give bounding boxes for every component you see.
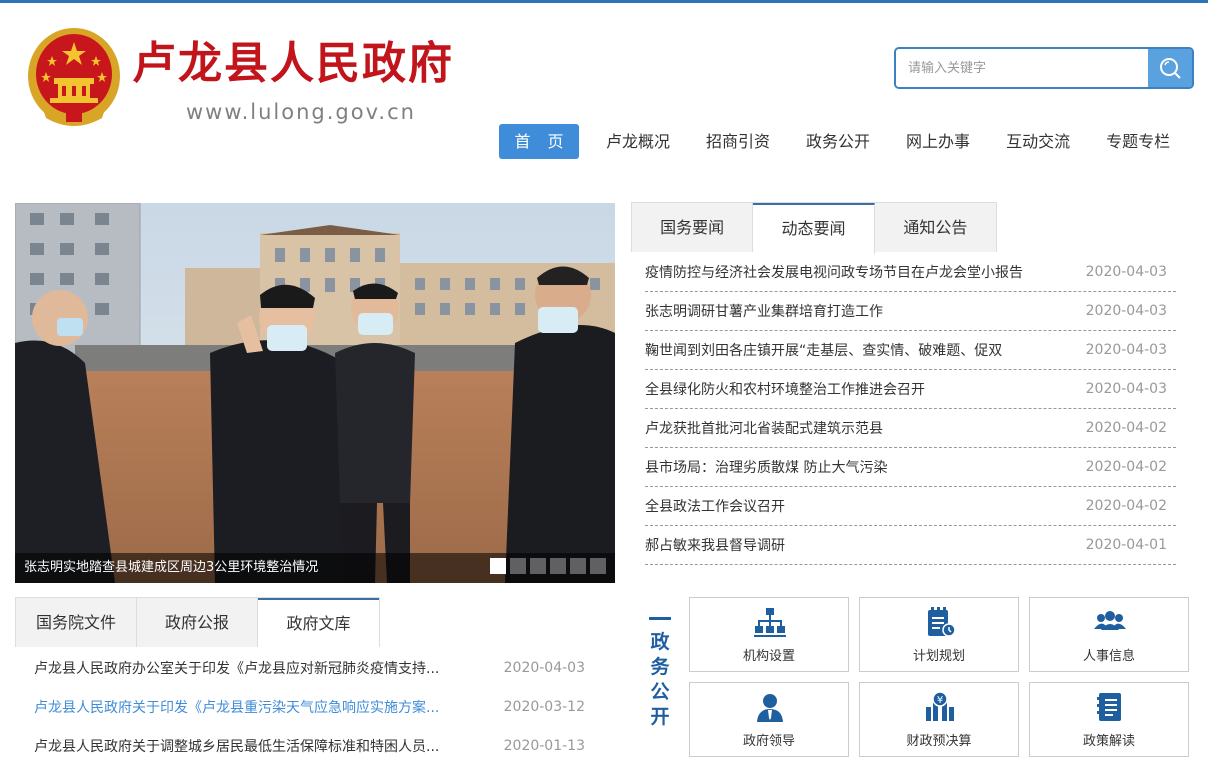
finance-icon: ¥ (926, 691, 954, 721)
news-date: 2020-04-02 (1085, 459, 1167, 475)
list-item: 卢龙县人民政府关于调整城乡居民最低生活保障标准和特困人员... 2020-01-1… (34, 726, 594, 763)
gov-item-org-structure[interactable]: 机构设置 (689, 597, 849, 672)
tab-gov-library[interactable]: 政府文库 (258, 598, 379, 649)
news-link[interactable]: 全县绿化防火和农村环境整治工作推进会召开 (645, 379, 925, 399)
news-link[interactable]: 卢龙获批首批河北省装配式建筑示范县 (645, 418, 883, 438)
news-date: 2020-04-01 (1085, 537, 1167, 553)
nav-investment[interactable]: 招商引资 (706, 124, 770, 159)
news-link[interactable]: 鞠世闻到刘田各庄镇开展“走基层、查实情、破难题、促双 (645, 340, 1002, 360)
nav-gov-affairs[interactable]: 政务公开 (806, 124, 870, 159)
search-icon (1160, 58, 1181, 79)
personnel-icon (1094, 611, 1126, 630)
list-item: 全县政法工作会议召开 2020-04-02 (645, 487, 1176, 526)
news-date: 2020-04-02 (1085, 498, 1167, 514)
tab-notices[interactable]: 通知公告 (875, 203, 996, 252)
org-chart-icon (754, 608, 786, 637)
gov-item-label: 财政预决算 (906, 734, 972, 749)
news-date: 2020-04-03 (1085, 303, 1167, 319)
gov-label-bar (649, 617, 671, 620)
news-link[interactable]: 郝占敏来我县督导调研 (645, 535, 785, 555)
gov-open-label: 政务公开 (647, 617, 673, 730)
site-url: www.lulong.gov.cn (186, 100, 416, 124)
slider-dot[interactable] (530, 558, 546, 574)
tab-gov-gazette[interactable]: 政府公报 (137, 598, 258, 647)
list-item: 卢龙县人民政府关于印发《卢龙县重污染天气应急响应实施方案... 2020-03-1… (34, 687, 594, 726)
site-title: 卢龙县人民政府 (132, 38, 454, 89)
slider-photo (15, 203, 615, 583)
search-box (894, 47, 1194, 89)
news-link[interactable]: 疫情防控与经济社会发展电视问政专场节目在卢龙会堂小报告 (645, 262, 1023, 282)
gov-item-label: 政府领导 (742, 734, 795, 749)
main-nav: 首 页 卢龙概况 招商引资 政务公开 网上办事 互动交流 专题专栏 (499, 124, 1170, 159)
tab-state-council-docs[interactable]: 国务院文件 (16, 598, 137, 647)
news-list: 疫情防控与经济社会发展电视问政专场节目在卢龙会堂小报告 2020-04-03 张志… (645, 253, 1176, 565)
top-accent-line (0, 0, 1208, 3)
svg-text:¥: ¥ (937, 695, 943, 706)
list-item: 卢龙县人民政府办公室关于印发《卢龙县应对新冠肺炎疫情支持... 2020-04-0… (34, 648, 594, 687)
slider-dot[interactable] (490, 558, 506, 574)
document-tabs: 国务院文件 政府公报 政府文库 (15, 597, 380, 649)
gov-item-budget[interactable]: ¥ 财政预决算 (859, 682, 1019, 757)
gov-label-text: 政务公开 (650, 631, 670, 728)
nav-special-topics[interactable]: 专题专栏 (1106, 124, 1170, 159)
gov-item-personnel[interactable]: 人事信息 (1029, 597, 1189, 672)
list-item: 郝占敏来我县督导调研 2020-04-01 (645, 526, 1176, 565)
leader-icon (757, 694, 783, 722)
nav-online-services[interactable]: 网上办事 (906, 124, 970, 159)
gov-item-label: 机构设置 (742, 649, 795, 664)
search-button[interactable] (1148, 49, 1192, 87)
document-date: 2020-04-03 (503, 659, 585, 676)
nav-interaction[interactable]: 互动交流 (1006, 124, 1070, 159)
list-item: 卢龙获批首批河北省装配式建筑示范县 2020-04-02 (645, 409, 1176, 448)
document-link[interactable]: 卢龙县人民政府关于调整城乡居民最低生活保障标准和特困人员... (34, 736, 474, 756)
slider-dot[interactable] (510, 558, 526, 574)
news-date: 2020-04-03 (1085, 264, 1167, 280)
policy-book-icon (1097, 693, 1121, 721)
news-date: 2020-04-02 (1085, 420, 1167, 436)
news-date: 2020-04-03 (1085, 342, 1167, 358)
list-item: 鞠世闻到刘田各庄镇开展“走基层、查实情、破难题、促双 2020-04-03 (645, 331, 1176, 370)
gov-item-label: 政策解读 (1082, 734, 1135, 749)
news-slider[interactable]: 张志明实地踏查县城建成区周边3公里环境整治情况 (15, 203, 615, 583)
gov-item-label: 人事信息 (1082, 649, 1135, 664)
gov-item-policy-interpretation[interactable]: 政策解读 (1029, 682, 1189, 757)
news-link[interactable]: 县市场局：治理劣质散煤 防止大气污染 (645, 457, 887, 477)
document-link[interactable]: 卢龙县人民政府关于印发《卢龙县重污染天气应急响应实施方案... (34, 697, 474, 717)
national-emblem-icon (28, 28, 120, 126)
gov-item-label: 计划规划 (912, 649, 965, 664)
nav-home[interactable]: 首 页 (499, 124, 579, 159)
tab-state-news[interactable]: 国务要闻 (632, 203, 754, 252)
nav-overview[interactable]: 卢龙概况 (606, 124, 670, 159)
gov-item-leadership[interactable]: 政府领导 (689, 682, 849, 757)
document-date: 2020-01-13 (503, 737, 585, 754)
gov-item-planning[interactable]: 计划规划 (859, 597, 1019, 672)
slider-dot[interactable] (590, 558, 606, 574)
slider-dot[interactable] (570, 558, 586, 574)
tab-local-news[interactable]: 动态要闻 (753, 203, 875, 254)
planning-icon (928, 607, 956, 637)
document-date: 2020-03-12 (503, 698, 585, 715)
document-list: 卢龙县人民政府办公室关于印发《卢龙县应对新冠肺炎疫情支持... 2020-04-0… (34, 648, 594, 763)
news-date: 2020-04-03 (1085, 381, 1167, 397)
news-link[interactable]: 全县政法工作会议召开 (645, 496, 785, 516)
news-tabs: 国务要闻 动态要闻 通知公告 (631, 202, 997, 254)
list-item: 张志明调研甘薯产业集群培育打造工作 2020-04-03 (645, 292, 1176, 331)
search-input[interactable] (896, 49, 1150, 87)
list-item: 全县绿化防火和农村环境整治工作推进会召开 2020-04-03 (645, 370, 1176, 409)
slider-dots (490, 558, 606, 574)
document-link[interactable]: 卢龙县人民政府办公室关于印发《卢龙县应对新冠肺炎疫情支持... (34, 658, 474, 678)
list-item: 疫情防控与经济社会发展电视问政专场节目在卢龙会堂小报告 2020-04-03 (645, 253, 1176, 292)
news-link[interactable]: 张志明调研甘薯产业集群培育打造工作 (645, 301, 883, 321)
slider-dot[interactable] (550, 558, 566, 574)
list-item: 县市场局：治理劣质散煤 防止大气污染 2020-04-02 (645, 448, 1176, 487)
